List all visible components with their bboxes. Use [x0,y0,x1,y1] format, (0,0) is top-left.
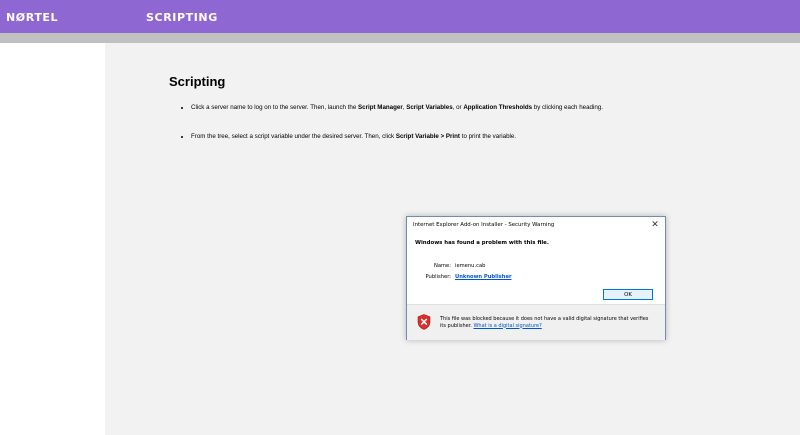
instruction-text: to print the variable. [460,133,517,140]
instruction-text: by clicking each heading. [532,104,603,111]
section-title: SCRIPTING [146,11,218,24]
instruction-text: From the tree, select a script variable … [191,133,396,140]
instruction-emphasis: Application Thresholds [463,104,533,111]
instruction-emphasis: Script Manager [358,104,403,111]
digital-signature-link[interactable]: What is a digital signature? [473,323,541,329]
instruction-emphasis: Script Variables [406,104,453,111]
top-header-bar: NØRTEL SCRIPTING [0,0,800,33]
ok-button[interactable]: OK [603,289,653,300]
instruction-item: From the tree, select a script variable … [191,132,800,141]
name-label: Name: [433,263,451,269]
page-title: Scripting [169,74,226,89]
dialog-footer: This file was blocked because it does no… [407,304,665,340]
instruction-text: Click a server name to log on to the ser… [191,104,359,111]
dialog-titlebar: Internet Explorer Add-on Installer - Sec… [407,217,665,233]
header-divider-bar [0,33,800,43]
dialog-title: Internet Explorer Add-on Installer - Sec… [413,222,555,228]
dialog-heading: Windows has found a problem with this fi… [415,240,549,246]
dialog-body: Windows has found a problem with this fi… [407,233,665,304]
instruction-emphasis: Script Variable > Print [395,133,460,140]
blocked-file-message: This file was blocked because it does no… [440,316,655,329]
security-warning-dialog: Internet Explorer Add-on Installer - Sec… [406,216,666,340]
instruction-list: Click a server name to log on to the ser… [169,103,800,161]
nortel-logo: NØRTEL [6,11,59,24]
publisher-label: Publisher: [425,274,451,280]
blocked-file-text: This file was blocked because it does no… [440,316,649,329]
unknown-publisher-link[interactable]: Unknown Publisher [455,274,512,280]
instruction-text: , or [452,104,464,111]
security-shield-x-icon [417,314,431,330]
instruction-item: Click a server name to log on to the ser… [191,103,800,112]
file-name-value: iemenu.cab [455,263,486,269]
close-icon[interactable]: ✕ [649,219,661,231]
